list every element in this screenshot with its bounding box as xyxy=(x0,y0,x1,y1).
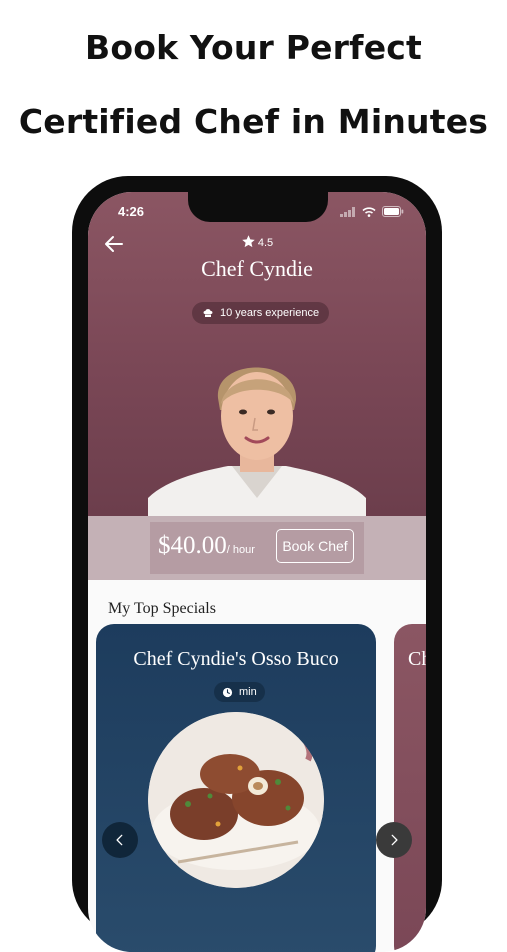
hourly-rate: $40.00/ hour xyxy=(158,532,255,560)
chef-hat-icon xyxy=(203,309,213,317)
chef-name: Chef Cyndie xyxy=(201,256,313,281)
special-card-next[interactable]: Ch xyxy=(394,624,426,952)
status-time: 4:26 xyxy=(118,204,145,219)
chef-portrait xyxy=(148,367,366,518)
cook-time-text: min xyxy=(239,686,257,698)
price-unit: / hour xyxy=(226,544,255,556)
phone-frame: 4:26 4.5 Chef Cyndie 10 years experience… xyxy=(72,176,442,952)
battery-icon xyxy=(382,206,404,217)
headline-line-1: Book Your Perfect xyxy=(84,28,423,67)
rating-value: 4.5 xyxy=(257,237,274,249)
special-card[interactable]: Chef Cyndie's Osso Buco min xyxy=(96,624,376,952)
signal-icon xyxy=(340,206,355,217)
book-chef-button[interactable]: Book Chef xyxy=(276,529,354,563)
cook-time-badge: min xyxy=(214,682,265,702)
special-card-next-title: Ch xyxy=(408,648,426,670)
star-icon xyxy=(242,235,255,248)
chevron-left-icon xyxy=(116,834,123,846)
specials-title: My Top Specials xyxy=(108,600,216,617)
booking-bar: $40.00/ hour Book Chef xyxy=(88,516,426,580)
chevron-right-icon xyxy=(391,834,398,846)
carousel-next-button[interactable] xyxy=(376,822,412,858)
dish-image xyxy=(148,712,324,888)
headline-line-2: Certified Chef in Minutes xyxy=(18,102,489,141)
app-screen: 4:26 4.5 Chef Cyndie 10 years experience… xyxy=(88,192,426,952)
special-card-title: Chef Cyndie's Osso Buco xyxy=(133,648,339,670)
carousel-prev-button[interactable] xyxy=(102,822,138,858)
status-icons xyxy=(340,206,404,217)
phone-notch xyxy=(188,192,328,222)
chef-hero: 4:26 4.5 Chef Cyndie 10 years experience xyxy=(88,192,426,518)
chef-rating: 4.5 xyxy=(88,234,426,249)
experience-text: 10 years experience xyxy=(220,307,320,319)
wifi-icon xyxy=(362,206,376,217)
price-value: $40.00 xyxy=(158,532,227,559)
clock-icon xyxy=(222,687,233,697)
experience-badge: 10 years experience xyxy=(192,302,330,324)
